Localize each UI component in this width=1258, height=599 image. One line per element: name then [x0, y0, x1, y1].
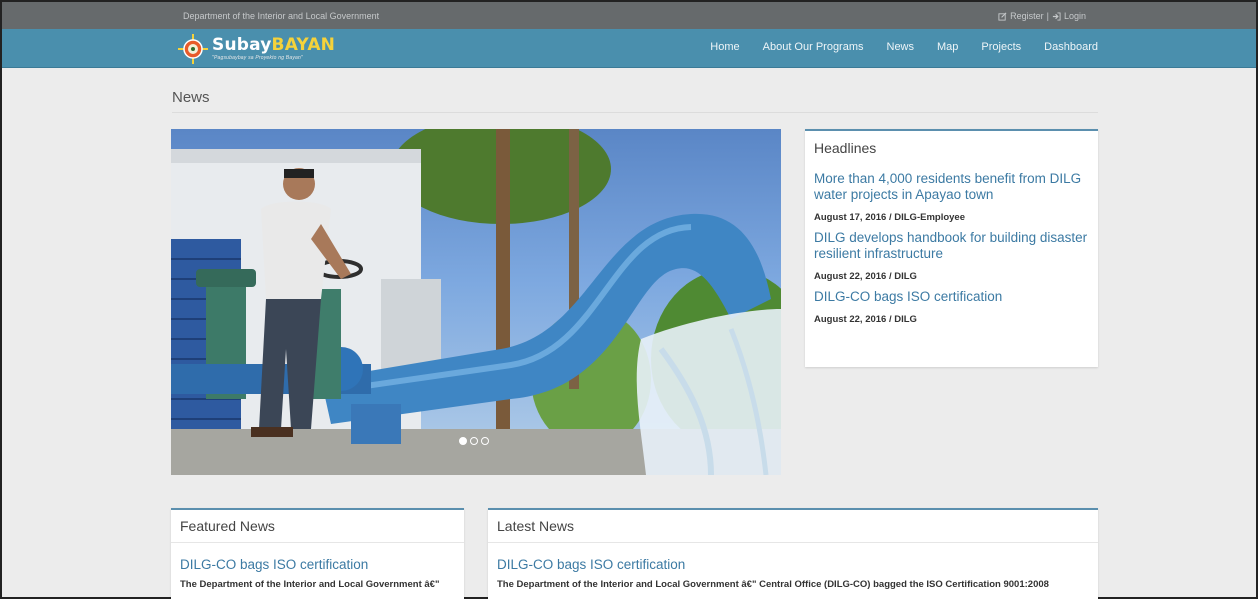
headline-link[interactable]: DILG-CO bags ISO certification	[814, 289, 1089, 305]
headlines-title: Headlines	[814, 140, 877, 156]
nav-menu: Home About Our Programs News Map Project…	[710, 41, 1098, 53]
headlines-list: More than 4,000 residents benefit from D…	[805, 156, 1098, 325]
headline-link[interactable]: More than 4,000 residents benefit from D…	[814, 171, 1089, 203]
department-name: Department of the Interior and Local Gov…	[183, 11, 380, 21]
carousel-dot-1[interactable]	[459, 437, 467, 445]
latest-news-title: Latest News	[497, 518, 575, 534]
nav-projects[interactable]: Projects	[981, 41, 1021, 53]
logo-tagline: "Pagsubaybay sa Proyekto ng Bayan"	[212, 54, 303, 61]
latest-news-excerpt: The Department of the Interior and Local…	[497, 579, 1049, 590]
nav-map[interactable]: Map	[937, 41, 958, 53]
nav-news[interactable]: News	[887, 41, 915, 53]
featured-news-panel: Featured News DILG-CO bags ISO certifica…	[171, 508, 464, 599]
headline-link[interactable]: DILG develops handbook for building disa…	[814, 230, 1089, 262]
nav-home[interactable]: Home	[710, 41, 739, 53]
carousel-slide-image	[171, 129, 781, 475]
login-link[interactable]: Login	[1064, 11, 1086, 21]
login-icon	[1052, 11, 1061, 21]
latest-news-panel: Latest News DILG-CO bags ISO certificati…	[488, 508, 1098, 599]
headlines-panel: Headlines More than 4,000 residents bene…	[805, 129, 1098, 367]
carousel-dot-2[interactable]	[470, 437, 478, 445]
featured-news-link[interactable]: DILG-CO bags ISO certification	[180, 557, 455, 572]
nav-dashboard[interactable]: Dashboard	[1044, 41, 1098, 53]
headline-meta: August 17, 2016 / DILG-Employee	[814, 212, 965, 223]
latest-news-link[interactable]: DILG-CO bags ISO certification	[497, 557, 1089, 572]
featured-news-title: Featured News	[180, 518, 275, 534]
top-bar: Department of the Interior and Local Gov…	[2, 2, 1256, 29]
logo-title: SubayBAYAN	[212, 34, 336, 55]
main-navbar: SubayBAYAN "Pagsubaybay sa Proyekto ng B…	[2, 29, 1256, 68]
carousel-dot-3[interactable]	[481, 437, 489, 445]
logo-title-part1: Subay	[212, 34, 272, 55]
logo-title-part2: BAYAN	[271, 34, 336, 55]
register-link[interactable]: Register	[1010, 11, 1044, 21]
carousel-indicators	[459, 437, 489, 445]
headline-meta: August 22, 2016 / DILG	[814, 314, 917, 325]
title-divider	[172, 112, 1098, 113]
auth-separator: |	[1046, 11, 1049, 21]
page-title: News	[172, 89, 210, 106]
subaybayan-logo[interactable]: SubayBAYAN "Pagsubaybay sa Proyekto ng B…	[178, 32, 348, 65]
news-carousel[interactable]	[171, 129, 781, 475]
logo-emblem-icon	[178, 33, 208, 64]
headline-meta: August 22, 2016 / DILG	[814, 271, 917, 282]
nav-about-our-programs[interactable]: About Our Programs	[763, 41, 864, 53]
featured-news-excerpt: The Department of the Interior and Local…	[180, 579, 440, 590]
edit-icon	[998, 12, 1007, 21]
auth-links: Register | Login	[998, 11, 1086, 21]
